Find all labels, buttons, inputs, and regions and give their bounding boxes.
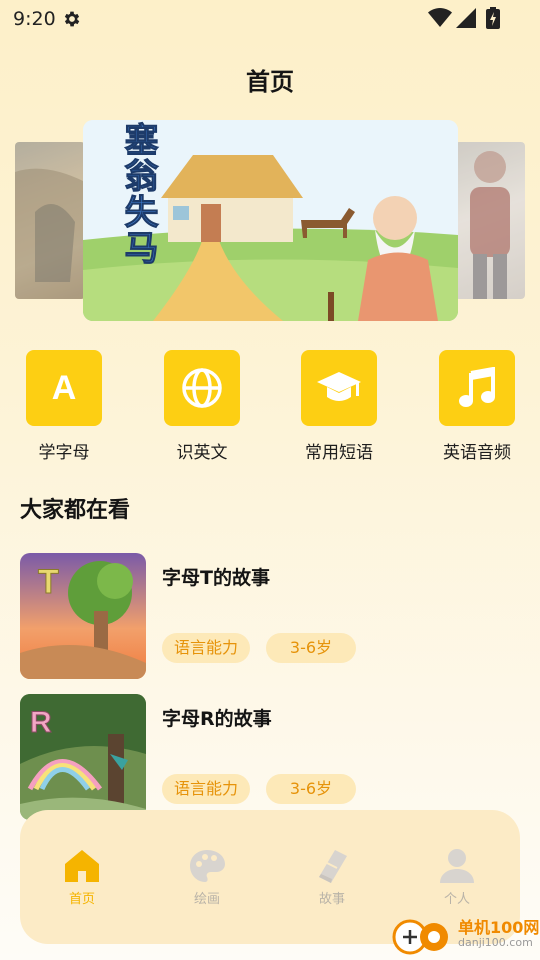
story-banner[interactable]: 塞翁失马 [83,120,458,321]
section-title: 大家都在看 [20,498,131,523]
story-tag-age: 3-6岁 [266,774,356,804]
category-audio[interactable]: 英语音频 [439,350,515,463]
nav-home[interactable]: 首页 [42,846,122,907]
battery-icon [486,7,500,33]
site-watermark: 单机100网 danji100.com [390,915,539,955]
story-title: 字母T的故事 [162,567,270,589]
story-item[interactable]: R 字母R的故事 语言能力 3-6岁 [20,694,520,821]
story-title: 字母R的故事 [162,708,272,730]
story-item[interactable]: T 字母T的故事 语言能力 3-6岁 [20,553,520,680]
book-icon [292,846,372,886]
watermark-name: 单机100网 [458,918,540,937]
watermark-url: danji100.com [458,936,533,949]
story-thumbnail: R [20,694,146,820]
category-letters[interactable]: A 学字母 [26,350,102,463]
category-label: 学字母 [38,443,90,463]
carousel-next-card[interactable] [455,142,525,299]
settings-gear-icon [62,9,82,33]
letter-a-icon: A [26,350,102,426]
wifi-icon [428,8,452,32]
category-label: 常用短语 [305,443,373,463]
watermark-logo-icon [392,919,448,955]
nav-painting[interactable]: 绘画 [167,846,247,907]
banner-title: 塞翁失马 [118,122,159,267]
category-label: 识英文 [176,443,228,463]
globe-icon [164,350,240,426]
carousel-prev-card[interactable] [15,142,85,299]
nav-stories[interactable]: 故事 [292,846,372,907]
page-title: 首页 [246,68,294,96]
nav-label: 故事 [318,892,345,907]
svg-text:T: T [38,563,59,601]
story-tag-age: 3-6岁 [266,633,356,663]
category-english[interactable]: 识英文 [164,350,240,463]
nav-label: 首页 [68,892,95,907]
category-phrases[interactable]: 常用短语 [301,350,377,463]
status-time: 9:20 [13,8,56,30]
nav-label: 绘画 [193,892,220,907]
person-icon [417,846,497,886]
story-thumbnail: T [20,553,146,679]
category-label: 英语音频 [443,443,511,463]
story-tag-skill: 语言能力 [162,774,250,804]
status-bar: 9:20 [0,0,540,36]
signal-icon [456,8,476,32]
music-note-icon [439,350,515,426]
graduation-cap-icon [301,350,377,426]
nav-profile[interactable]: 个人 [417,846,497,907]
svg-text:R: R [30,706,52,739]
palette-icon [167,846,247,886]
home-icon [42,846,122,886]
nav-label: 个人 [443,892,470,907]
story-tag-skill: 语言能力 [162,633,250,663]
